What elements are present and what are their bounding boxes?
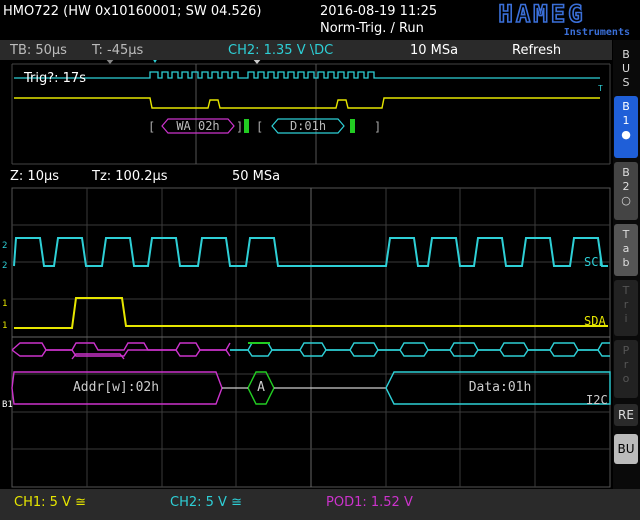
- bus-b1-marker: B1: [2, 400, 13, 410]
- logo-text: HAMEG: [498, 1, 585, 28]
- overview-display[interactable]: T [ WA 02h ] [ D:01h ] Trig?: 17s: [0, 58, 612, 166]
- ch1-ref-marker-icon: 1: [2, 299, 7, 309]
- logo-subtext: Instruments: [564, 27, 630, 37]
- b1-selected-icon: ●: [621, 128, 631, 141]
- trigger-time-value[interactable]: T: -45µs: [92, 43, 143, 58]
- pod-bus-trace-data: [230, 342, 610, 351]
- ch1-setting[interactable]: CH1: 5 V ≅: [14, 495, 86, 510]
- bus-b1-button[interactable]: B1 ●: [614, 96, 638, 158]
- overview-bus-row: [ WA 02h ] [ D:01h ]: [148, 118, 381, 134]
- pod-bus-trace-address: [11, 342, 231, 351]
- bus-frame-data-label: D:01h: [290, 119, 326, 133]
- sda-label: SDA: [584, 314, 606, 328]
- trig-status: Trig?: 17s: [24, 71, 86, 86]
- zoom-sample-rate: 50 MSa: [232, 169, 281, 184]
- zoom-position[interactable]: Tz: 100.2µs: [92, 169, 168, 184]
- decode-address-label: Addr[w]:02h: [73, 380, 159, 395]
- overview-ch1-trace: [14, 97, 600, 109]
- decode-data-label: Data:01h: [469, 380, 532, 395]
- tab-button[interactable]: Tab: [614, 224, 638, 276]
- refresh-mode[interactable]: Refresh: [512, 43, 561, 58]
- bus-frame-address-label: WA 02h: [176, 119, 219, 133]
- ch2-ref-marker-icon: 2: [2, 241, 7, 251]
- hameg-logo: HAMEG Instruments: [452, 0, 632, 38]
- zoom-bar: Z: 10µs Tz: 100.2µs 50 MSa: [0, 166, 612, 186]
- channel-status-bar: CH1: 5 V ≅ CH2: 5 V ≅ POD1: 1.52 V: [0, 489, 640, 520]
- scl-label: SCL: [584, 255, 606, 269]
- trigger-source[interactable]: CH2: 1.35 V \DC: [228, 43, 333, 58]
- ch1-level-marker-icon: 1: [2, 321, 7, 331]
- center-marker-icon: [252, 58, 262, 64]
- timebase-bar: TB: 50µs T: -45µs CH2: 1.35 V \DC 10 MSa…: [0, 40, 612, 60]
- b2-unselected-icon: ○: [621, 194, 631, 207]
- svg-text:[: [: [256, 120, 263, 134]
- trigger-menu-button: Tri: [614, 280, 638, 336]
- window-title: HMO722 (HW 0x10160001; SW 04.526): [3, 4, 262, 19]
- overview-ch2-trace: [14, 71, 600, 79]
- datetime: 2016-08-19 11:25: [320, 4, 438, 19]
- trigger-mode: Norm-Trig. / Run: [320, 21, 424, 36]
- svg-text:[: [: [148, 120, 155, 134]
- ch2-level-marker-icon: 2: [2, 261, 7, 271]
- bus-nack-marker: [350, 119, 355, 133]
- sample-rate: 10 MSa: [410, 43, 459, 58]
- decode-ack-label: A: [257, 380, 265, 395]
- ch2-setting[interactable]: CH2: 5 V ≅: [170, 495, 242, 510]
- svg-text:]: ]: [374, 120, 381, 134]
- timebase-value[interactable]: TB: 50µs: [10, 43, 67, 58]
- svg-text:]: ]: [236, 120, 243, 134]
- bus-ack-marker: [244, 119, 249, 133]
- zoom-display[interactable]: 2 2 1 1 B1 SCL SDA Addr[w]:02h A Data:01…: [0, 186, 612, 489]
- zoom-grid: [11, 187, 611, 488]
- protocol-menu-button: Pro: [614, 340, 638, 398]
- trigger-time-marker-icon: [105, 58, 115, 64]
- trigger-level-marker-icon: [152, 58, 158, 63]
- side-menu: BUS B1 ● B2 ○ Tab Tri Pro RE BU: [613, 40, 640, 489]
- pod1-setting[interactable]: POD1: 1.52 V: [326, 495, 413, 510]
- bus-menu-button[interactable]: BUS: [614, 48, 638, 94]
- trigger-t-marker-icon: T: [598, 84, 603, 93]
- i2c-label: I2C: [586, 393, 608, 407]
- bus-b2-button[interactable]: B2 ○: [614, 162, 638, 220]
- zoom-factor[interactable]: Z: 10µs: [10, 169, 59, 184]
- bu-button[interactable]: BU: [614, 434, 638, 464]
- re-button[interactable]: RE: [614, 404, 638, 426]
